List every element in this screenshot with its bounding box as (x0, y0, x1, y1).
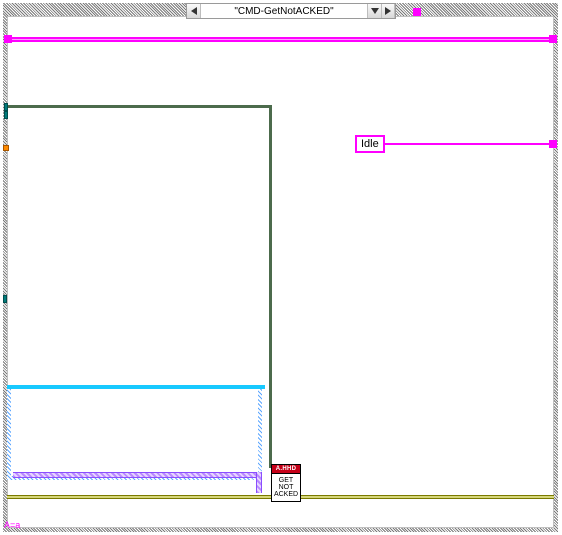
tunnel-top-magenta (413, 8, 421, 16)
wire-purple-horizontal (13, 472, 262, 478)
tunnel-left-teal-2 (4, 111, 8, 119)
tunnel-left-orange (3, 145, 9, 151)
constant-idle[interactable]: Idle (355, 135, 385, 153)
subvi-header-text: A.HHD (276, 466, 297, 472)
case-dropdown-button[interactable] (367, 4, 381, 18)
subvi-get-not-acked[interactable]: A.HHD GET NOT ACKED (271, 464, 301, 502)
wire-magenta-idle (383, 143, 554, 145)
tunnel-right-magenta-top (549, 35, 557, 43)
subvi-header: A.HHD (272, 465, 300, 474)
case-prev-button[interactable] (187, 4, 201, 18)
tunnel-left-teal-mid (3, 295, 7, 303)
subvi-body: GET NOT ACKED (272, 474, 300, 501)
case-name-display[interactable]: "CMD-GetNotACKED" (201, 6, 367, 17)
case-selector[interactable]: "CMD-GetNotACKED" (186, 3, 396, 19)
tunnel-right-idle (549, 140, 557, 148)
wire-magenta-top-bus (7, 37, 554, 42)
constant-idle-text: Idle (361, 138, 379, 150)
chevron-left-icon (191, 7, 197, 15)
tunnel-left-green (4, 103, 8, 111)
wire-purple-vertical (256, 472, 262, 493)
chevron-right-icon (385, 7, 391, 15)
footer-aa-text: A=a (4, 520, 20, 530)
wire-green-horizontal (7, 105, 272, 108)
wire-green-vertical (269, 105, 272, 468)
chevron-down-icon (371, 8, 379, 14)
inner-loop-body (11, 389, 258, 476)
case-next-button[interactable] (381, 4, 395, 18)
subvi-body-text: GET NOT ACKED (274, 477, 298, 498)
tunnel-left-magenta-top (4, 35, 12, 43)
wire-cyan-loop-top (7, 385, 265, 389)
case-name-text: "CMD-GetNotACKED" (234, 6, 333, 17)
footer-aa-label: A=a (4, 520, 20, 530)
